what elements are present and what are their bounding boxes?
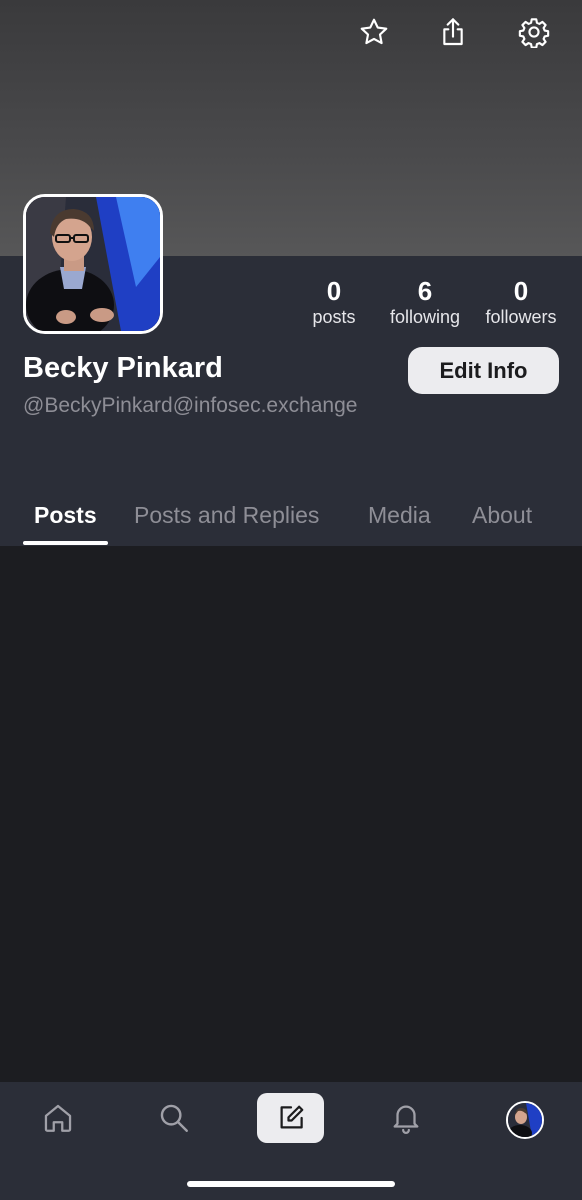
profile-tabs: Posts Posts and Replies Media About [0, 496, 582, 546]
display-name: Becky Pinkard [23, 352, 223, 384]
posts-feed [0, 546, 582, 1082]
star-icon[interactable] [354, 12, 394, 52]
profile-handle: @BeckyPinkard@infosec.exchange [23, 394, 358, 417]
tab-posts-and-replies[interactable]: Posts and Replies [134, 502, 319, 529]
stat-following[interactable]: 6 following [382, 276, 468, 328]
compose-icon [280, 1105, 303, 1129]
stat-posts-value: 0 [326, 276, 342, 306]
tab-media[interactable]: Media [368, 502, 431, 529]
stat-following-value: 6 [417, 276, 433, 306]
profile-avatar[interactable] [23, 194, 163, 334]
stat-posts-label: posts [312, 307, 356, 327]
gear-icon[interactable] [514, 12, 554, 52]
stat-posts[interactable]: 0 posts [304, 276, 364, 328]
stat-followers[interactable]: 0 followers [480, 276, 562, 328]
bell-icon[interactable] [382, 1094, 430, 1142]
stat-followers-value: 0 [513, 276, 529, 306]
tab-about[interactable]: About [472, 502, 532, 529]
home-indicator [187, 1181, 395, 1187]
compose-button[interactable] [257, 1093, 324, 1143]
stat-followers-label: followers [485, 307, 557, 327]
share-icon[interactable] [433, 12, 473, 52]
profile-avatar-tab[interactable] [506, 1101, 544, 1139]
home-icon[interactable] [34, 1094, 82, 1142]
stat-following-label: following [389, 307, 461, 327]
tab-posts[interactable]: Posts [34, 502, 97, 529]
active-tab-indicator [23, 541, 108, 545]
edit-info-button[interactable]: Edit Info [408, 347, 559, 394]
search-icon[interactable] [150, 1094, 198, 1142]
